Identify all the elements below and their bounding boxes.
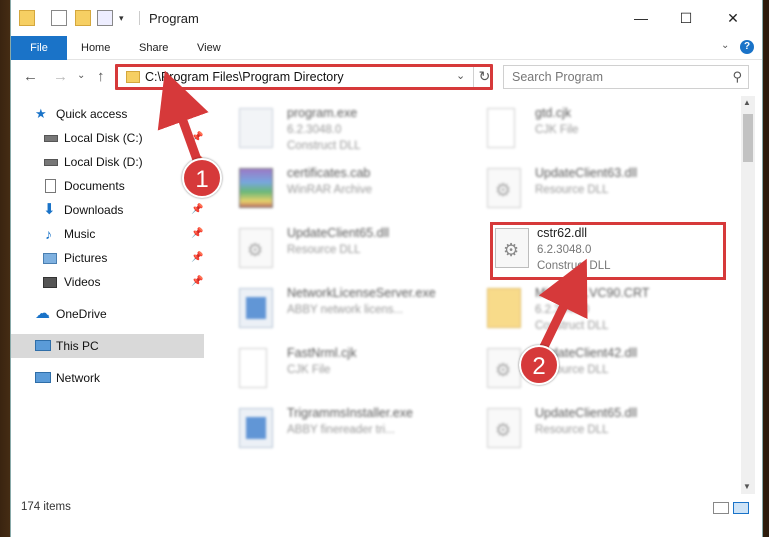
up-button[interactable]: ↑ xyxy=(97,68,105,85)
download-icon: ⬇ xyxy=(43,201,56,218)
callout-marker-1: 1 xyxy=(182,158,222,198)
pin-icon: 📌 xyxy=(191,204,204,215)
program-icon xyxy=(239,108,273,148)
search-placeholder: Search Program xyxy=(512,70,604,84)
help-icon[interactable]: ? xyxy=(740,40,754,54)
pin-icon: 📌 xyxy=(191,228,204,239)
sidebar-item-documents[interactable]: Documents 📌 xyxy=(11,174,204,198)
scrollbar-thumb[interactable] xyxy=(743,114,753,162)
scroll-down-icon[interactable]: ▼ xyxy=(743,482,751,491)
documents-icon xyxy=(45,179,56,193)
list-item[interactable]: TrigrammsInstaller.exe ABBY finereader t… xyxy=(239,404,479,458)
list-item[interactable]: Microsoft.VC90.CRT 6.2.3048.0 Construct … xyxy=(487,284,727,338)
scroll-up-icon[interactable]: ▲ xyxy=(743,98,751,107)
explorer-window: ▾ Program — ☐ ✕ File Home Share View ⌄ ?… xyxy=(10,0,763,537)
videos-icon xyxy=(43,277,57,288)
music-icon: ♪ xyxy=(45,226,52,242)
back-button[interactable]: ← xyxy=(23,68,38,85)
expand-ribbon-icon[interactable]: ⌄ xyxy=(721,40,729,51)
sidebar-item-downloads[interactable]: ⬇ Downloads 📌 xyxy=(11,198,204,222)
ribbon-tabs: File Home Share View ⌄ ? xyxy=(11,36,762,90)
computer-icon xyxy=(35,340,51,351)
list-item[interactable]: certificates.cab WinRAR Archive xyxy=(239,164,479,218)
sidebar-item-music[interactable]: ♪ Music 📌 xyxy=(11,222,204,246)
network-icon xyxy=(35,372,51,383)
tiles-view-icon[interactable] xyxy=(733,502,749,514)
dll-icon xyxy=(487,168,521,208)
list-item[interactable]: NetworkLicenseServer.exe ABBY network li… xyxy=(239,284,479,338)
new-folder-icon[interactable] xyxy=(75,10,91,26)
vertical-scrollbar[interactable]: ▲ ▼ xyxy=(741,96,755,494)
folder-icon[interactable] xyxy=(19,10,35,26)
window-title: Program xyxy=(149,11,199,26)
document-icon xyxy=(239,348,267,388)
forward-button[interactable]: → xyxy=(53,68,68,85)
tab-view[interactable]: View xyxy=(197,36,221,60)
navigation-bar: ← → ⌄ ↑ C:\Program Files\Program Directo… xyxy=(11,60,762,94)
title-bar: ▾ Program — ☐ ✕ xyxy=(11,0,762,36)
status-bar: 174 items xyxy=(11,496,762,520)
tab-share[interactable]: Share xyxy=(139,36,168,60)
maximize-button[interactable]: ☐ xyxy=(666,6,706,30)
sidebar-item-pictures[interactable]: Pictures 📌 xyxy=(11,246,204,270)
customize-icon[interactable] xyxy=(97,10,113,26)
dll-icon xyxy=(239,228,273,268)
file-highlight-box xyxy=(490,222,726,280)
list-item[interactable]: UpdateClient65.dll Resource DLL xyxy=(487,404,727,458)
sidebar-item-quick-access[interactable]: ★ Quick access xyxy=(11,102,204,126)
file-list: program.exe 6.2.3048.0 Construct DLL gtd… xyxy=(217,96,741,494)
minimize-button[interactable]: — xyxy=(621,6,661,30)
search-input[interactable]: Search Program ⚲ xyxy=(503,65,749,89)
cloud-icon: ☁ xyxy=(35,305,50,322)
properties-icon[interactable] xyxy=(51,10,67,26)
sidebar-item-videos[interactable]: Videos 📌 xyxy=(11,270,204,294)
pictures-icon xyxy=(43,253,57,264)
dll-icon xyxy=(487,408,521,448)
list-item[interactable]: FastNrml.cjk CJK File xyxy=(239,344,479,398)
tab-home[interactable]: Home xyxy=(81,36,110,60)
recent-locations-button[interactable]: ⌄ xyxy=(77,70,85,81)
dropdown-icon[interactable]: ▾ xyxy=(119,10,135,26)
exe-icon xyxy=(239,408,273,448)
archive-icon xyxy=(239,168,273,208)
list-item[interactable]: UpdateClient63.dll Resource DLL xyxy=(487,164,727,218)
list-item[interactable]: program.exe 6.2.3048.0 Construct DLL xyxy=(239,104,479,158)
address-highlight-box xyxy=(115,64,493,90)
sidebar-item-local-disk-d[interactable]: Local Disk (D:) 📌 xyxy=(11,150,204,174)
drive-icon xyxy=(44,159,58,166)
pin-icon: 📌 xyxy=(191,276,204,287)
callout-marker-2: 2 xyxy=(519,345,559,385)
list-item[interactable]: gtd.cjk CJK File xyxy=(487,104,727,158)
dll-icon xyxy=(487,348,521,388)
close-button[interactable]: ✕ xyxy=(713,6,753,30)
list-item[interactable]: UpdateClient65.dll Resource DLL xyxy=(239,224,479,278)
item-count: 174 items xyxy=(21,501,71,513)
navigation-pane: ★ Quick access Local Disk (C:) 📌 Local D… xyxy=(11,96,204,494)
title-separator xyxy=(139,11,140,25)
sidebar-item-this-pc[interactable]: This PC xyxy=(11,334,204,358)
pin-icon: 📌 xyxy=(191,252,204,263)
sidebar-item-local-disk-c[interactable]: Local Disk (C:) 📌 xyxy=(11,126,204,150)
sidebar-item-onedrive[interactable]: ☁ OneDrive xyxy=(11,302,204,326)
details-view-icon[interactable] xyxy=(713,502,729,514)
sidebar-item-network[interactable]: Network xyxy=(11,366,204,390)
drive-icon xyxy=(44,135,58,142)
star-icon: ★ xyxy=(35,106,47,121)
document-icon xyxy=(487,108,515,148)
folder-icon xyxy=(487,288,521,328)
search-icon[interactable]: ⚲ xyxy=(732,69,742,85)
exe-icon xyxy=(239,288,273,328)
pin-icon: 📌 xyxy=(191,132,204,143)
